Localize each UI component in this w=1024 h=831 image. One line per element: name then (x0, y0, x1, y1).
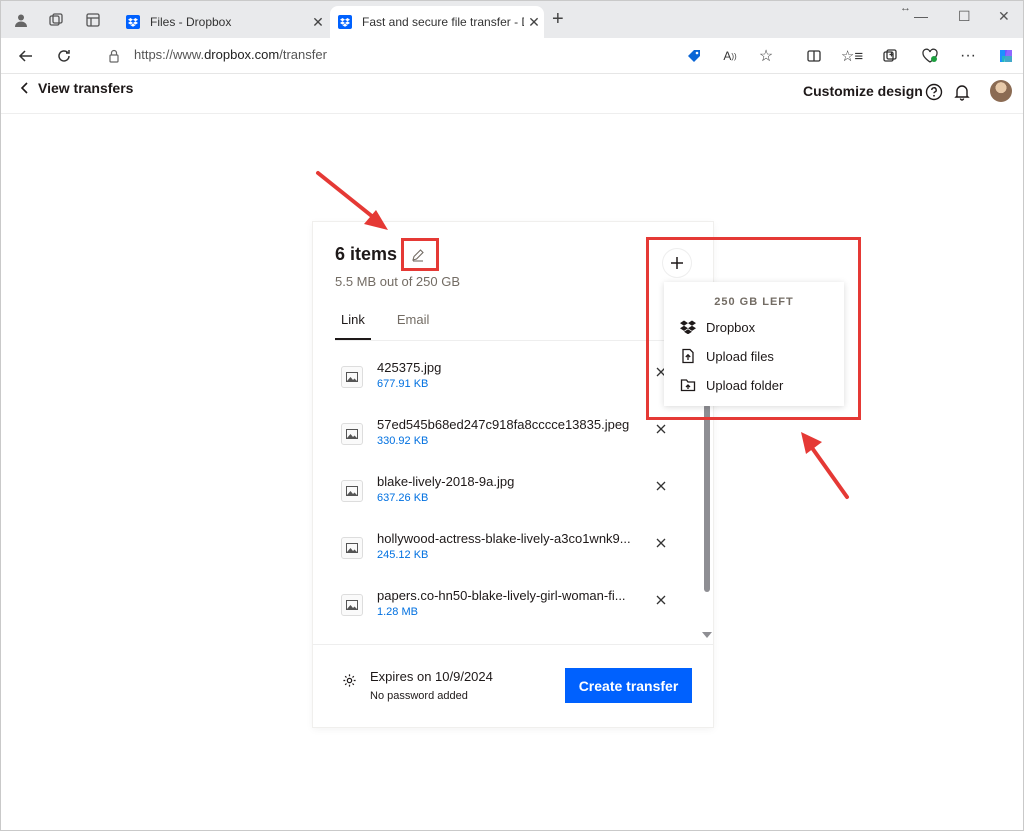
list-item: 57ed545b68ed247c918fa8cccce13835.jpeg 33… (313, 409, 703, 466)
image-file-icon (341, 537, 363, 559)
create-transfer-button[interactable]: Create transfer (565, 668, 692, 703)
collections-icon[interactable] (878, 44, 902, 68)
close-tab-icon[interactable]: ✕ (524, 14, 544, 31)
tab-email[interactable]: Email (391, 310, 436, 340)
file-size: 1.28 MB (377, 606, 418, 618)
list-item: hollywood-actress-blake-lively-a3co1wnk9… (313, 523, 703, 580)
split-screen-icon[interactable] (802, 44, 826, 68)
address-bar: https://www.dropbox.com/transfer A)) ☆ ☆… (0, 38, 1024, 74)
minimize-icon[interactable]: — (914, 8, 928, 24)
bell-icon[interactable] (952, 82, 972, 102)
password-status: No password added (370, 690, 468, 702)
help-icon[interactable] (924, 82, 944, 102)
items-count-title: 6 items (335, 244, 398, 264)
dropbox-favicon-icon (338, 15, 352, 29)
file-size: 677.91 KB (377, 378, 429, 390)
tab-link[interactable]: Link (335, 310, 371, 340)
view-transfers-link[interactable]: View transfers (20, 80, 133, 96)
list-item: papers.co-hn50-blake-lively-girl-woman-f… (313, 580, 703, 637)
tab-title: Files - Dropbox (150, 15, 232, 29)
remove-file-icon[interactable] (651, 419, 671, 439)
refresh-icon[interactable] (52, 44, 76, 68)
page-header: View transfers Customize design (0, 74, 1024, 114)
file-name: blake-lively-2018-9a.jpg (377, 474, 515, 489)
view-transfers-label: View transfers (38, 80, 134, 96)
url-prefix: https://www. (134, 47, 205, 62)
profile-icon[interactable] (10, 9, 32, 31)
url-domain: dropbox.com (204, 47, 280, 62)
tab-actions-icon[interactable] (82, 9, 104, 31)
image-file-icon (341, 423, 363, 445)
tab-files-dropbox[interactable]: Files - Dropbox ✕ (118, 6, 328, 38)
remove-file-icon[interactable] (651, 590, 671, 610)
copilot-icon[interactable] (994, 44, 1018, 68)
image-file-icon (341, 366, 363, 388)
more-options-icon[interactable]: ··· (956, 44, 980, 68)
browser-essentials-icon[interactable] (918, 44, 942, 68)
remove-file-icon[interactable] (651, 533, 671, 553)
dropbox-favicon-icon (126, 15, 140, 29)
customize-design-button[interactable]: Customize design (803, 83, 923, 99)
file-name: papers.co-hn50-blake-lively-girl-woman-f… (377, 588, 626, 603)
list-item: blake-lively-2018-9a.jpg 637.26 KB (313, 466, 703, 523)
resize-icon: ↔ (900, 2, 911, 14)
shopping-tag-icon[interactable] (682, 44, 706, 68)
gear-icon[interactable] (341, 672, 357, 688)
url-path: /transfer (279, 47, 327, 62)
image-file-icon (341, 594, 363, 616)
workspaces-icon[interactable] (45, 9, 67, 31)
storage-used: 5.5 MB out of 250 GB (335, 274, 461, 289)
tabs-divider (335, 340, 695, 341)
file-name: 425375.jpg (377, 360, 442, 375)
annotation-highlight-menu (646, 237, 861, 420)
browser-titlebar: Files - Dropbox ✕ Fast and secure file t… (0, 0, 1024, 38)
list-item: 425375.jpg 677.91 KB (313, 352, 703, 409)
url-field[interactable]: https://www.dropbox.com/transfer (134, 47, 327, 62)
remove-file-icon[interactable] (651, 476, 671, 496)
file-size: 245.12 KB (377, 549, 429, 561)
file-name: 57ed545b68ed247c918fa8cccce13835.jpeg (377, 417, 630, 432)
file-size: 330.92 KB (377, 435, 429, 447)
tab-file-transfer[interactable]: Fast and secure file transfer - Dropbox … (330, 6, 544, 38)
image-file-icon (341, 480, 363, 502)
avatar[interactable] (990, 80, 1012, 102)
file-size: 637.26 KB (377, 492, 429, 504)
scroll-down-arrow-icon[interactable] (702, 632, 712, 638)
chevron-left-icon (20, 82, 28, 94)
annotation-arrow-menu (801, 432, 849, 499)
favorites-icon[interactable]: ☆≡ (840, 44, 864, 68)
new-tab-icon[interactable]: + (552, 9, 564, 29)
file-list-scrollbar[interactable] (704, 404, 710, 592)
back-arrow-icon[interactable] (14, 44, 38, 68)
close-tab-icon[interactable]: ✕ (308, 14, 328, 31)
annotation-highlight-edit (401, 238, 439, 271)
read-aloud-icon[interactable]: A)) (718, 44, 742, 68)
footer-divider (313, 644, 713, 645)
tab-title: Fast and secure file transfer - Dropbox (362, 15, 524, 29)
expiration-date: Expires on 10/9/2024 (370, 669, 493, 684)
close-window-icon[interactable]: ✕ (998, 8, 1010, 25)
favorite-star-icon[interactable]: ☆ (754, 44, 778, 68)
maximize-icon[interactable]: ☐ (958, 8, 971, 25)
file-name: hollywood-actress-blake-lively-a3co1wnk9… (377, 531, 631, 546)
lock-icon[interactable] (102, 44, 126, 68)
share-method-tabs: Link Email (335, 310, 435, 340)
